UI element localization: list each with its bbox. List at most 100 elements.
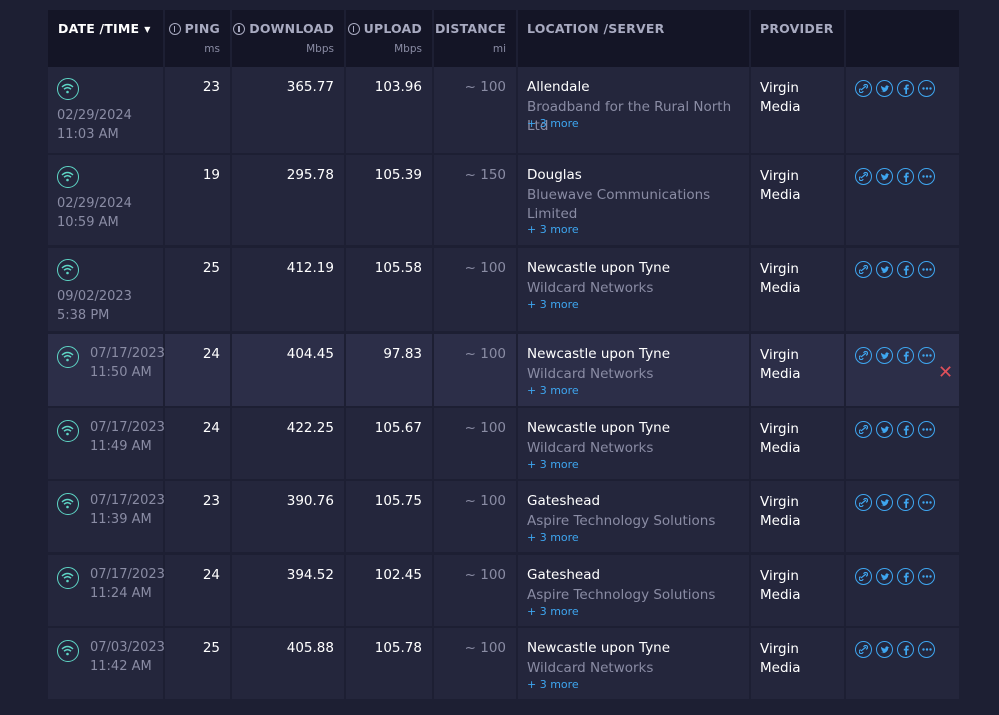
test-date: 07/17/2023	[90, 346, 165, 361]
upload-value: 103.96	[374, 79, 422, 95]
actions-cell	[846, 155, 959, 245]
more-icon[interactable]	[918, 261, 935, 278]
download-cell: 365.77	[232, 67, 346, 153]
more-icon[interactable]	[918, 80, 935, 97]
share-actions	[855, 347, 935, 364]
share-actions	[855, 641, 935, 658]
link-icon[interactable]	[855, 421, 872, 438]
server-city: Newcastle upon Tyne	[527, 640, 671, 656]
distance-cell: ~ 100	[434, 408, 518, 479]
column-header-download[interactable]: DOWNLOAD Mbps	[232, 10, 346, 67]
facebook-icon[interactable]	[897, 421, 914, 438]
column-header-actions	[846, 10, 959, 67]
provider-name-line1: Virgin	[760, 421, 799, 437]
facebook-icon[interactable]	[897, 494, 914, 511]
more-servers-link[interactable]: + 3 more	[527, 117, 579, 130]
column-header-datetime[interactable]: DATE /TIME ▼	[48, 10, 165, 67]
table-row[interactable]: 07/17/2023 11:50 AM 24 404.45 97.83 ~ 10…	[48, 334, 959, 406]
download-value: 404.45	[286, 346, 334, 362]
twitter-icon[interactable]	[876, 80, 893, 97]
more-servers-link[interactable]: + 3 more	[527, 223, 579, 236]
link-icon[interactable]	[855, 168, 872, 185]
close-icon[interactable]: ✕	[938, 362, 953, 383]
column-header-ping[interactable]: PING ms	[165, 10, 232, 67]
download-cell: 422.25	[232, 408, 346, 479]
upload-cell: 105.67	[346, 408, 434, 479]
link-icon[interactable]	[855, 568, 872, 585]
column-header-upload[interactable]: UPLOAD Mbps	[346, 10, 434, 67]
more-servers-link[interactable]: + 3 more	[527, 605, 579, 618]
twitter-icon[interactable]	[876, 494, 893, 511]
provider-name-line1: Virgin	[760, 568, 799, 584]
more-icon[interactable]	[918, 641, 935, 658]
ping-header-label: PING	[184, 21, 220, 36]
ping-unit: ms	[204, 43, 220, 55]
twitter-icon[interactable]	[876, 421, 893, 438]
link-icon[interactable]	[855, 261, 872, 278]
upload-value: 105.75	[374, 493, 422, 509]
table-row[interactable]: 07/17/2023 11:49 AM 24 422.25 105.67 ~ 1…	[48, 408, 959, 479]
facebook-icon[interactable]	[897, 261, 914, 278]
provider-name-line1: Virgin	[760, 347, 799, 363]
provider-name-line2: Media	[760, 99, 801, 115]
facebook-icon[interactable]	[897, 641, 914, 658]
more-servers-link[interactable]: + 3 more	[527, 298, 579, 311]
datetime-cell: 07/17/2023 11:49 AM	[48, 408, 165, 479]
twitter-icon[interactable]	[876, 568, 893, 585]
provider-name-line2: Media	[760, 366, 801, 382]
provider-cell: Virgin Media	[751, 408, 846, 479]
twitter-icon[interactable]	[876, 641, 893, 658]
ping-cell: 24	[165, 555, 232, 626]
facebook-icon[interactable]	[897, 168, 914, 185]
more-servers-link[interactable]: + 3 more	[527, 384, 579, 397]
upload-icon	[347, 23, 360, 35]
download-cell: 412.19	[232, 248, 346, 331]
link-icon[interactable]	[855, 641, 872, 658]
location-cell: Newcastle upon Tyne Wildcard Networks + …	[518, 334, 751, 406]
table-row[interactable]: 07/17/2023 11:39 AM 23 390.76 105.75 ~ 1…	[48, 481, 959, 552]
upload-cell: 105.39	[346, 155, 434, 245]
link-icon[interactable]	[855, 347, 872, 364]
distance-cell: ~ 100	[434, 248, 518, 331]
more-icon[interactable]	[918, 168, 935, 185]
more-servers-link[interactable]: + 3 more	[527, 458, 579, 471]
table-row[interactable]: 02/29/2024 10:59 AM 19 295.78 105.39 ~ 1…	[48, 155, 959, 245]
more-icon[interactable]	[918, 568, 935, 585]
test-date: 07/17/2023	[90, 493, 165, 508]
twitter-icon[interactable]	[876, 168, 893, 185]
share-actions	[855, 568, 935, 585]
test-time: 11:24 AM	[90, 586, 152, 601]
results-table-header: DATE /TIME ▼ PING ms DOWNLOAD Mbps UPLOAD…	[48, 10, 959, 67]
server-isp: Wildcard Networks	[527, 280, 654, 296]
table-row[interactable]: 07/17/2023 11:24 AM 24 394.52 102.45 ~ 1…	[48, 555, 959, 626]
facebook-icon[interactable]	[897, 568, 914, 585]
more-servers-link[interactable]: + 3 more	[527, 531, 579, 544]
download-value: 295.78	[286, 167, 334, 183]
test-time: 5:38 PM	[57, 308, 110, 323]
facebook-icon[interactable]	[897, 80, 914, 97]
twitter-icon[interactable]	[876, 347, 893, 364]
twitter-icon[interactable]	[876, 261, 893, 278]
location-header-label: LOCATION /SERVER	[527, 21, 665, 36]
more-icon[interactable]	[918, 494, 935, 511]
test-date: 09/02/2023	[57, 289, 132, 304]
column-header-distance[interactable]: DISTANCE mi	[434, 10, 518, 67]
more-icon[interactable]	[918, 347, 935, 364]
table-row[interactable]: 02/29/2024 11:03 AM 23 365.77 103.96 ~ 1…	[48, 67, 959, 153]
download-value: 390.76	[286, 493, 334, 509]
location-cell: Douglas Bluewave Communications Limited …	[518, 155, 751, 245]
more-icon[interactable]	[918, 421, 935, 438]
table-row[interactable]: 09/02/2023 5:38 PM 25 412.19 105.58 ~ 10…	[48, 248, 959, 331]
more-servers-link[interactable]: + 3 more	[527, 678, 579, 691]
test-date: 07/17/2023	[90, 567, 165, 582]
facebook-icon[interactable]	[897, 347, 914, 364]
column-header-location[interactable]: LOCATION /SERVER	[518, 10, 751, 67]
test-time: 11:39 AM	[90, 512, 152, 527]
download-value: 422.25	[286, 420, 334, 436]
ping-cell: 23	[165, 481, 232, 552]
table-row[interactable]: 07/03/2023 11:42 AM 25 405.88 105.78 ~ 1…	[48, 628, 959, 699]
provider-name-line2: Media	[760, 513, 801, 529]
link-icon[interactable]	[855, 80, 872, 97]
column-header-provider[interactable]: PROVIDER	[751, 10, 846, 67]
link-icon[interactable]	[855, 494, 872, 511]
